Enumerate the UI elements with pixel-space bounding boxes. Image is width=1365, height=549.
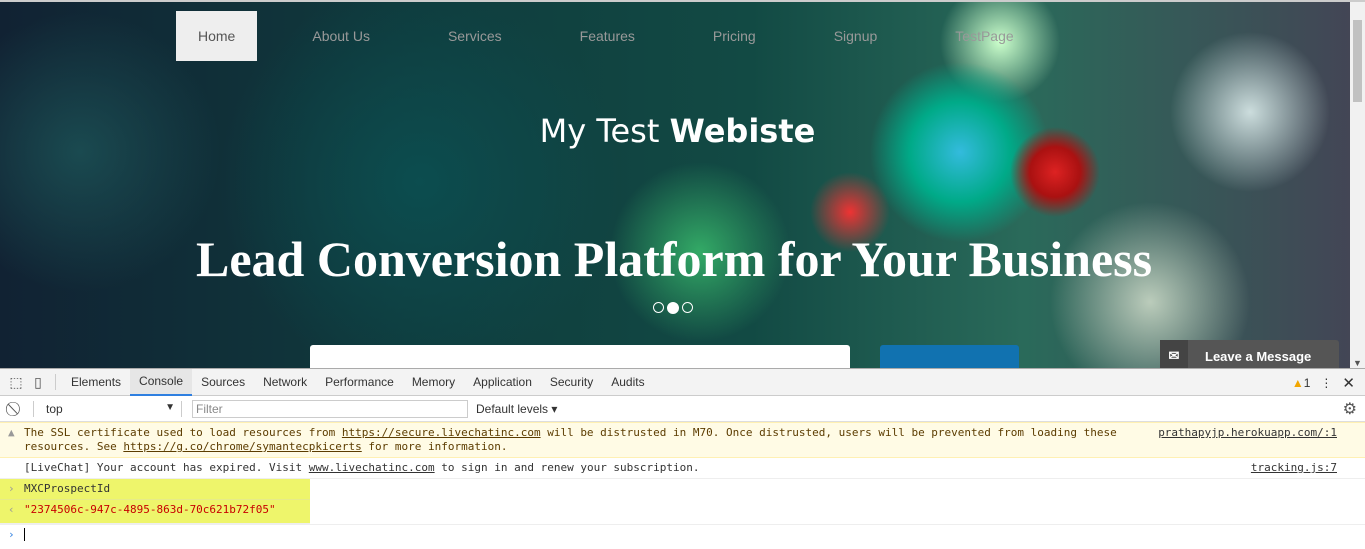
nav-signup[interactable]: Signup: [812, 11, 900, 61]
msg-link[interactable]: https://secure.livechatinc.com: [342, 426, 541, 439]
carousel-dot-active[interactable]: [667, 302, 679, 314]
msg-text: for more information.: [361, 440, 508, 453]
carousel-dot[interactable]: [653, 302, 664, 313]
tab-elements[interactable]: Elements: [62, 369, 130, 396]
chevron-down-icon: ▼: [165, 401, 175, 413]
tab-network[interactable]: Network: [254, 369, 316, 396]
console-result-entry: ‹ "2374506c-947c-4895-863d-70c621b72f05": [0, 500, 310, 524]
tab-memory[interactable]: Memory: [403, 369, 464, 396]
msg-link[interactable]: https://g.co/chrome/symantecpkicerts: [123, 440, 361, 453]
msg-text: [LiveChat] Your account has expired. Vis…: [24, 461, 309, 474]
chat-label: Leave a Message: [1205, 348, 1312, 364]
carousel-indicators: [653, 302, 693, 314]
message-source-link[interactable]: tracking.js:7: [1251, 461, 1337, 475]
input-chevron-icon: ›: [8, 482, 15, 495]
tab-performance[interactable]: Performance: [316, 369, 403, 396]
msg-link[interactable]: www.livechatinc.com: [309, 461, 435, 474]
more-options-icon[interactable]: ⋮: [1320, 376, 1332, 390]
clear-console-icon[interactable]: ⃠: [5, 400, 27, 417]
submit-button[interactable]: [880, 345, 1019, 368]
prompt-chevron-icon: ›: [8, 528, 15, 541]
message-source-link[interactable]: prathapyjp.herokuapp.com/:1: [1158, 426, 1337, 440]
levels-label: Default levels: [476, 401, 549, 416]
page-scrollbar[interactable]: ▼: [1350, 2, 1365, 368]
nav-bar: Home About Us Services Features Pricing …: [176, 11, 1070, 61]
console-log: [LiveChat] Your account has expired. Vis…: [0, 458, 1365, 479]
form-input[interactable]: [310, 345, 850, 368]
console-warning: ▲ The SSL certificate used to load resou…: [0, 422, 1365, 458]
context-value: top: [46, 401, 63, 416]
devtools-tabs: ⬚ ▯ Elements Console Sources Network Per…: [0, 368, 1365, 396]
gear-icon[interactable]: ⚙: [1343, 399, 1357, 419]
text-cursor: [24, 528, 25, 541]
envelope-icon: ✉: [1160, 340, 1188, 368]
devtools-panel: ⬚ ▯ Elements Console Sources Network Per…: [0, 368, 1365, 549]
carousel-dot[interactable]: [682, 302, 693, 313]
context-selector[interactable]: top ▼: [40, 402, 175, 416]
divider: [33, 400, 34, 417]
console-toolbar: ⃠ top ▼ Filter Default levels ▾ ⚙: [0, 396, 1365, 422]
divider: [181, 400, 182, 417]
divider: [55, 374, 56, 390]
entered-command: MXCProspectId: [24, 482, 111, 495]
warning-icon: ▲: [1291, 375, 1304, 390]
warning-count: 1: [1303, 375, 1311, 390]
scroll-down-icon[interactable]: ▼: [1353, 358, 1362, 368]
tab-audits[interactable]: Audits: [602, 369, 653, 396]
site-title: My Test Webiste: [0, 112, 1360, 150]
console-prompt[interactable]: ›: [0, 524, 1365, 548]
warning-counter[interactable]: ▲1: [1292, 376, 1311, 390]
nav-testpage[interactable]: TestPage: [933, 11, 1035, 61]
leave-message-button[interactable]: ✉ Leave a Message: [1160, 340, 1339, 368]
nav-services[interactable]: Services: [426, 11, 524, 61]
scrollbar-thumb[interactable]: [1353, 20, 1362, 102]
website-viewport: Home About Us Services Features Pricing …: [0, 0, 1365, 368]
inspect-icon[interactable]: ⬚: [5, 374, 27, 391]
tab-security[interactable]: Security: [541, 369, 602, 396]
msg-text: The SSL certificate used to load resourc…: [24, 426, 342, 439]
result-value: "2374506c-947c-4895-863d-70c621b72f05": [24, 503, 276, 516]
title-bold: Webiste: [669, 112, 816, 150]
tab-console[interactable]: Console: [130, 368, 193, 396]
warning-icon: ▲: [8, 426, 15, 439]
close-icon[interactable]: ✕: [1342, 374, 1355, 392]
tab-sources[interactable]: Sources: [192, 369, 254, 396]
msg-text: to sign in and renew your subscription.: [434, 461, 700, 474]
tab-application[interactable]: Application: [464, 369, 541, 396]
result-arrow-icon: ‹: [8, 503, 15, 516]
console-input-entry: › MXCProspectId: [0, 479, 310, 500]
nav-home[interactable]: Home: [176, 11, 258, 61]
nav-features[interactable]: Features: [558, 11, 657, 61]
nav-about-us[interactable]: About Us: [290, 11, 392, 61]
nav-pricing[interactable]: Pricing: [691, 11, 778, 61]
log-levels-dropdown[interactable]: Default levels ▾: [476, 402, 557, 416]
device-toolbar-icon[interactable]: ▯: [27, 374, 49, 391]
filter-input[interactable]: Filter: [192, 399, 468, 418]
title-regular: My Test: [539, 112, 670, 150]
hero-heading: Lead Conversion Platform for Your Busine…: [196, 231, 1153, 287]
